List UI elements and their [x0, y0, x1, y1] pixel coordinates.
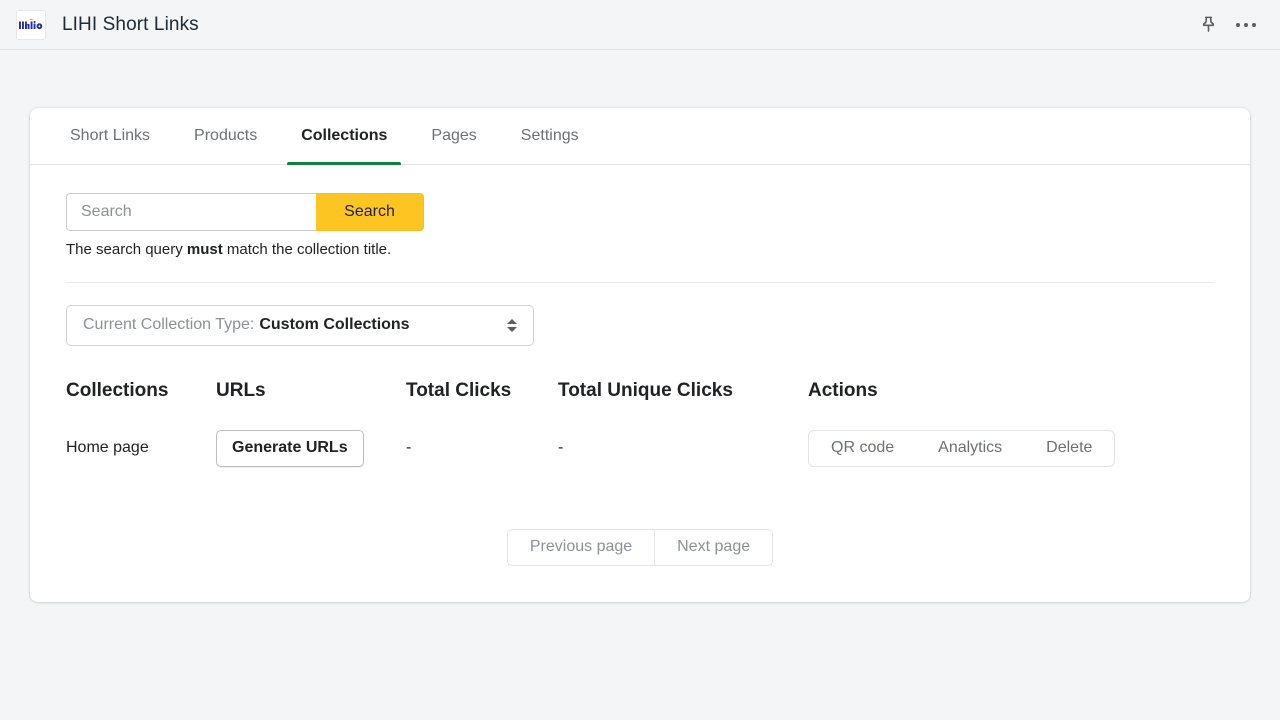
pagination-wrapper: Previous page Next page: [66, 528, 1214, 566]
dot-1: [1236, 22, 1240, 27]
analytics-button[interactable]: Analytics: [916, 431, 1024, 466]
search-button[interactable]: Search: [316, 193, 424, 231]
delete-button[interactable]: Delete: [1024, 431, 1114, 466]
app-title: LIHI Short Links: [62, 13, 199, 35]
tab-short-links-label: Short Links: [70, 127, 151, 144]
collection-type-select-box[interactable]: Current Collection Type: Custom Collecti…: [66, 304, 534, 346]
tab-collections[interactable]: Collections: [279, 108, 409, 165]
qr-code-button[interactable]: QR code: [809, 431, 916, 466]
collection-type-label: Current Collection Type:: [83, 316, 255, 333]
search-helper-prefix: The search query: [66, 241, 187, 258]
tab-short-links[interactable]: Short Links: [66, 108, 172, 164]
tab-bar: Short Links Products Collections Pages S…: [30, 108, 1250, 165]
collections-table: Collections URLs Total Clicks Total Uniq…: [66, 380, 1214, 481]
search-row: Search: [66, 193, 1214, 231]
tab-pages[interactable]: Pages: [409, 108, 498, 164]
section-divider: [66, 281, 1214, 283]
collection-type-select[interactable]: Current Collection Type: Custom Collecti…: [66, 304, 534, 346]
cell-urls: Generate URLs: [216, 416, 406, 481]
search-helper-suffix: match the collection title.: [222, 241, 392, 258]
cell-actions: QR code Analytics Delete: [808, 416, 1214, 481]
tab-pages-label: Pages: [431, 127, 477, 144]
card-body: Search The search query must match the c…: [30, 165, 1250, 596]
main-card: Short Links Products Collections Pages S…: [30, 108, 1250, 602]
more-options-icon[interactable]: [1230, 9, 1262, 41]
more-options-dots: [1236, 22, 1256, 27]
table-header-row: Collections URLs Total Clicks Total Uniq…: [66, 380, 1214, 416]
page-content: Short Links Products Collections Pages S…: [0, 50, 1280, 602]
search-input[interactable]: [66, 193, 316, 231]
tab-collections-label: Collections: [301, 127, 388, 144]
dot-3: [1252, 22, 1256, 27]
tab-products[interactable]: Products: [172, 108, 279, 164]
caret-up-icon: [507, 318, 517, 324]
tab-settings-label: Settings: [520, 127, 579, 144]
cell-collection-name: Home page: [66, 439, 149, 456]
lihi-logo-icon: [16, 9, 46, 40]
app-header-bar: LIHI Short Links: [0, 0, 1280, 50]
collection-type-value: Custom Collections: [259, 316, 410, 333]
tab-settings[interactable]: Settings: [499, 108, 601, 164]
generate-urls-button[interactable]: Generate URLs: [216, 429, 364, 467]
header-total-unique-clicks: Total Unique Clicks: [558, 379, 733, 401]
pin-icon[interactable]: [1192, 9, 1224, 41]
search-helper-bold: must: [186, 241, 223, 258]
header-total-clicks: Total Clicks: [406, 379, 512, 401]
previous-page-button[interactable]: Previous page: [508, 530, 654, 565]
chevron-up-down-icon: [507, 318, 517, 332]
row-actions-group: QR code Analytics Delete: [808, 429, 1116, 467]
table-row: Home page Generate URLs - - QR code Anal…: [66, 416, 1214, 481]
pagination: Previous page Next page: [506, 528, 774, 566]
search-helper-text: The search query must match the collecti…: [66, 240, 1214, 260]
header-urls: URLs: [216, 379, 266, 401]
header-actions: Actions: [808, 379, 878, 401]
next-page-button[interactable]: Next page: [654, 529, 772, 565]
header-collections: Collections: [66, 379, 169, 401]
tab-products-label: Products: [194, 127, 258, 144]
caret-down-icon: [507, 326, 517, 332]
collections-table-head: Collections URLs Total Clicks Total Uniq…: [66, 380, 1214, 416]
cell-total-unique-clicks: -: [558, 439, 564, 456]
dot-2: [1244, 22, 1248, 27]
cell-total-clicks: -: [406, 439, 412, 456]
collections-table-body: Home page Generate URLs - - QR code Anal…: [66, 416, 1214, 481]
